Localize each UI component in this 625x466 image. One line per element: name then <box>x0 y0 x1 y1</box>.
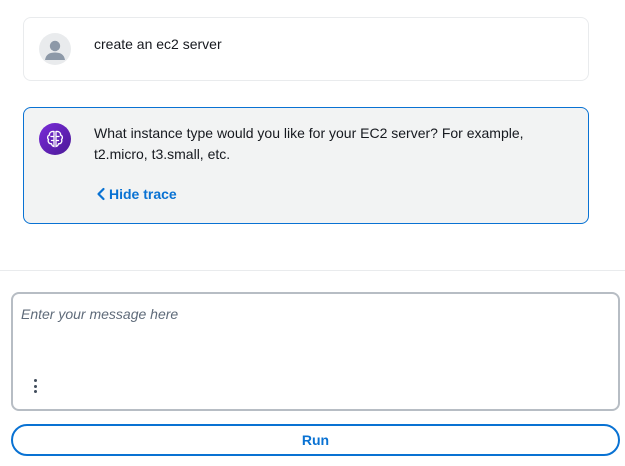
chevron-left-icon <box>97 187 105 201</box>
user-message-text: create an ec2 server <box>94 36 222 52</box>
agent-message-text: What instance type would you like for yo… <box>94 125 524 162</box>
agent-message-bubble: What instance type would you like for yo… <box>23 107 589 224</box>
hide-trace-label: Hide trace <box>109 186 177 202</box>
user-avatar-icon <box>39 33 71 65</box>
run-button[interactable]: Run <box>11 424 620 456</box>
message-input[interactable] <box>21 306 601 366</box>
hide-trace-button[interactable]: Hide trace <box>96 186 177 202</box>
ai-brain-icon <box>39 123 71 155</box>
section-divider <box>0 270 625 271</box>
chat-page: create an ec2 server What instance type … <box>0 0 625 466</box>
more-vertical-icon[interactable] <box>30 378 42 394</box>
user-message-bubble: create an ec2 server <box>23 17 589 81</box>
message-input-container <box>11 292 620 411</box>
